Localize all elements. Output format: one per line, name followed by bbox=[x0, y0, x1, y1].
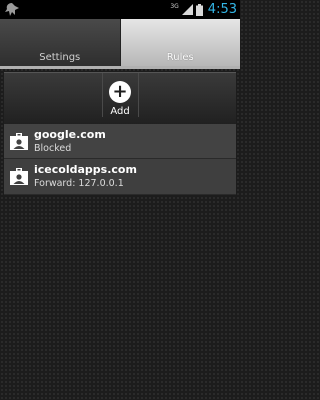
rule-status: Blocked bbox=[34, 142, 72, 154]
add-label: Add bbox=[110, 106, 130, 117]
tab-bar: Settings Rules bbox=[0, 19, 240, 66]
signal-icon bbox=[181, 4, 193, 15]
rules-list: google.com Blocked icecoldapps.com Forwa… bbox=[4, 124, 236, 195]
network-type-label: 3G bbox=[170, 3, 179, 10]
toolbar-divider bbox=[138, 73, 139, 117]
add-rule-button[interactable]: + Add bbox=[102, 73, 138, 125]
tab-settings-label: Settings bbox=[39, 52, 81, 63]
rule-status: Forward: 127.0.0.1 bbox=[34, 178, 124, 189]
list-item[interactable]: icecoldapps.com Forward: 127.0.0.1 bbox=[4, 159, 236, 195]
battery-icon bbox=[195, 3, 203, 16]
status-icons: 3G 4:53 bbox=[170, 0, 237, 19]
contact-card-icon bbox=[10, 168, 28, 185]
status-bar: 3G 4:53 bbox=[0, 0, 240, 19]
rule-host: google.com bbox=[34, 127, 106, 141]
tab-settings[interactable]: Settings bbox=[0, 19, 121, 66]
clock: 4:53 bbox=[207, 2, 237, 17]
rule-host: icecoldapps.com bbox=[34, 163, 137, 176]
plus-circle-icon: + bbox=[109, 81, 131, 103]
action-toolbar: + Add bbox=[4, 72, 236, 126]
tab-rules[interactable]: Rules bbox=[120, 19, 240, 66]
list-item[interactable]: google.com Blocked bbox=[4, 124, 236, 159]
tab-rules-label: Rules bbox=[166, 52, 194, 63]
tab-indicator bbox=[0, 66, 240, 69]
notification-app-icon bbox=[5, 3, 19, 16]
contact-card-icon bbox=[10, 132, 28, 150]
